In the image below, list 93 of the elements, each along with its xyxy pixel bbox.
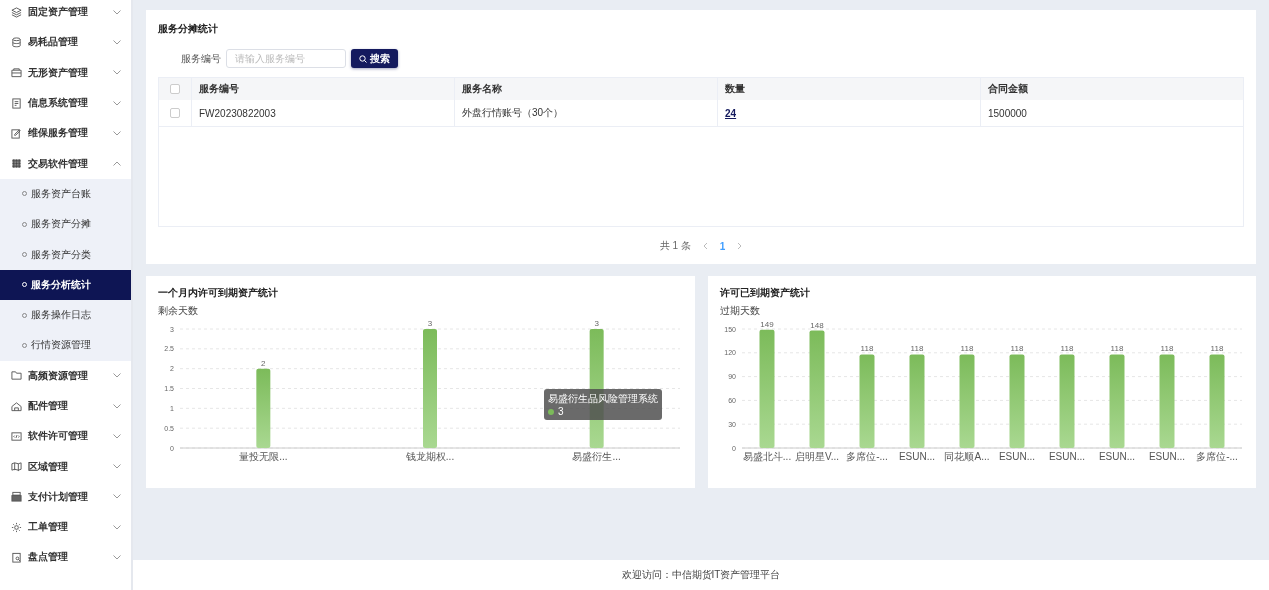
code-icon	[11, 430, 22, 442]
chart-tooltip: 易盛衍生品风险管理系统 3	[544, 389, 662, 420]
sidebar-group[interactable]: 高频资源管理	[0, 360, 131, 391]
sidebar-item[interactable]: 服务操作日志	[0, 299, 131, 331]
search-button[interactable]: 搜索	[351, 49, 398, 68]
database-icon	[11, 36, 22, 48]
data-label: 149	[759, 319, 774, 329]
column-header: 数量	[717, 78, 980, 100]
chevron-down-icon	[113, 130, 121, 136]
category-label: 多席位-...	[1195, 451, 1238, 462]
data-label: 118	[1110, 344, 1123, 354]
data-label: 118	[1010, 344, 1023, 354]
chevron-down-icon	[113, 494, 121, 500]
quantity-link[interactable]: 24	[725, 107, 737, 119]
axis-title: 剩余天数	[157, 304, 199, 318]
sidebar-group[interactable]: 交易软件管理	[0, 148, 131, 179]
sidebar-item[interactable]: 行情资源管理	[0, 330, 131, 361]
sidebar-group[interactable]: 维保服务管理	[0, 118, 131, 149]
search-icon	[359, 54, 367, 63]
chevron-down-icon	[113, 39, 121, 45]
data-label: 148	[809, 320, 824, 330]
checkbox[interactable]	[170, 84, 180, 94]
folder-icon	[11, 370, 22, 382]
document-icon	[11, 97, 22, 109]
category-label: 启明星V...	[794, 451, 839, 462]
chevron-down-icon	[113, 524, 121, 530]
category-label: ESUN...	[1048, 451, 1085, 462]
category-label: 易盛北斗...	[742, 451, 791, 462]
data-label: 118	[910, 344, 923, 354]
field-label: 服务编号	[181, 51, 221, 66]
total-count: 共 1 条	[659, 239, 691, 253]
category-label: 钱龙期权...	[405, 451, 455, 462]
data-label: 2	[261, 358, 266, 368]
data-label: 3	[427, 319, 433, 328]
clipboard-icon	[11, 552, 22, 563]
sidebar-group[interactable]: 工单管理	[0, 512, 131, 543]
chevron-down-icon	[113, 9, 121, 15]
sidebar-group[interactable]: 信息系统管理	[0, 87, 131, 119]
data-label: 118	[860, 344, 873, 354]
checkbox[interactable]	[170, 108, 180, 118]
sidebar-group[interactable]: 区域管理	[0, 451, 131, 482]
tray-icon	[11, 67, 22, 79]
chevron-up-icon	[113, 161, 121, 167]
chevron-down-icon	[113, 403, 121, 409]
sidebar-item[interactable]: 服务资产分摊	[0, 209, 131, 240]
sidebar-group[interactable]: 无形资产管理	[0, 57, 131, 88]
data-label: 118	[1060, 344, 1073, 354]
prev-page-icon[interactable]	[702, 242, 708, 250]
category-label: ESUN...	[898, 451, 935, 462]
data-label: 118	[960, 344, 973, 354]
sidebar-item[interactable]: 服务资产台账	[0, 178, 131, 210]
sidebar-item[interactable]: 服务分析统计	[0, 269, 131, 300]
sidebar-group[interactable]: 配件管理	[0, 390, 131, 422]
category-label: 多席位-...	[845, 451, 888, 462]
house-icon	[11, 400, 22, 412]
category-label: ESUN...	[1098, 451, 1135, 462]
chevron-down-icon	[113, 433, 121, 439]
sidebar-group[interactable]: 易耗品管理	[0, 27, 131, 58]
sidebar-item[interactable]: 服务资产分类	[0, 239, 131, 270]
map-icon	[11, 461, 22, 473]
category-label: 易盛衍生...	[572, 451, 621, 462]
next-page-icon[interactable]	[737, 242, 743, 250]
axis-title: 过期天数	[718, 304, 761, 318]
column-header: 服务名称	[454, 78, 717, 100]
category-label: 量投无限...	[239, 451, 288, 462]
column-header: 服务编号	[191, 78, 454, 100]
layers-icon	[11, 6, 22, 18]
sidebar-group[interactable]: 盘点管理	[0, 542, 131, 573]
sidebar-group[interactable]: 支付计划管理	[0, 481, 131, 513]
chevron-down-icon	[113, 100, 121, 106]
sidebar-group[interactable]: 固定资产管理	[0, 0, 131, 28]
category-label: ESUN...	[998, 451, 1035, 462]
chevron-down-icon	[113, 555, 121, 560]
table-cell: FW20230822003	[191, 100, 454, 126]
chevron-down-icon	[113, 70, 121, 76]
table-cell: 1500000	[980, 100, 1243, 126]
footer-text: 欢迎访问：中信期货IT资产管理平台	[133, 560, 1269, 590]
search-field[interactable]: 请输入服务编号	[226, 49, 346, 68]
data-label: 3	[594, 319, 599, 328]
chart-title: 一个月内许可到期资产统计	[157, 286, 279, 300]
category-label: 同花顺A...	[944, 451, 989, 462]
edit-icon	[11, 127, 22, 139]
chart-title: 许可已到期资产统计	[718, 286, 811, 300]
table-cell: 外盘行情账号（30个）	[454, 100, 717, 126]
section-title: 服务分摊统计	[158, 22, 219, 36]
column-header: 合同金额	[980, 78, 1243, 100]
grid-icon	[11, 158, 22, 170]
data-label: 118	[1210, 344, 1223, 354]
chevron-down-icon	[113, 373, 121, 379]
sidebar-group[interactable]: 软件许可管理	[0, 421, 131, 452]
chevron-down-icon	[113, 464, 121, 470]
data-label: 118	[1160, 344, 1173, 354]
category-label: ESUN...	[1148, 451, 1185, 462]
